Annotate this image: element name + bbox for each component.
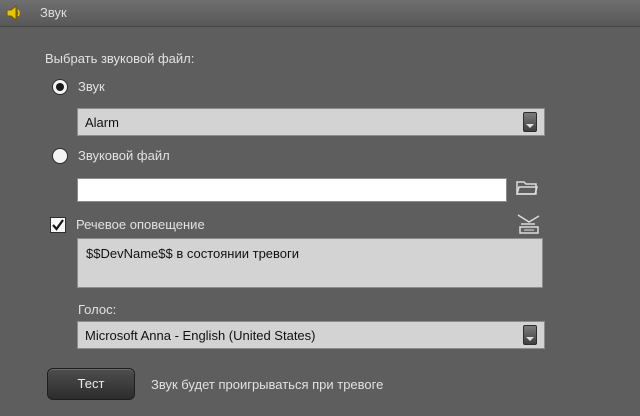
voice-select[interactable]: Microsoft Anna - English (United States) [77,321,545,349]
folder-open-icon[interactable] [515,178,539,198]
speech-text: $$DevName$$ в состоянии тревоги [86,246,300,261]
speech-checkbox-label[interactable]: Речевое оповещение [76,217,205,232]
window-title-bar: Звук [0,0,640,27]
window-title: Звук [40,5,67,20]
sound-radio-label[interactable]: Звук [78,79,105,94]
speech-text-area[interactable]: $$DevName$$ в состоянии тревоги [77,238,543,288]
speech-icon[interactable] [515,212,543,236]
sound-select-value: Alarm [85,115,119,130]
chevron-down-icon[interactable] [523,325,537,345]
sound-file-radio-label[interactable]: Звуковой файл [78,148,170,163]
sound-radio[interactable] [52,79,68,95]
voice-label: Голос: [78,302,117,317]
speaker-icon [6,4,20,22]
sound-file-input[interactable] [77,178,507,202]
checkmark-icon [52,219,64,231]
voice-select-value: Microsoft Anna - English (United States) [85,328,316,343]
speech-checkbox[interactable] [50,217,66,233]
chevron-down-icon[interactable] [523,112,537,132]
test-button[interactable]: Тест [47,368,135,400]
radio-selected-dot [56,83,64,91]
status-text: Звук будет проигрываться при тревоге [151,377,384,392]
sound-select[interactable]: Alarm [77,108,545,136]
sound-file-radio[interactable] [52,148,68,164]
section-label: Выбрать звуковой файл: [45,51,195,66]
